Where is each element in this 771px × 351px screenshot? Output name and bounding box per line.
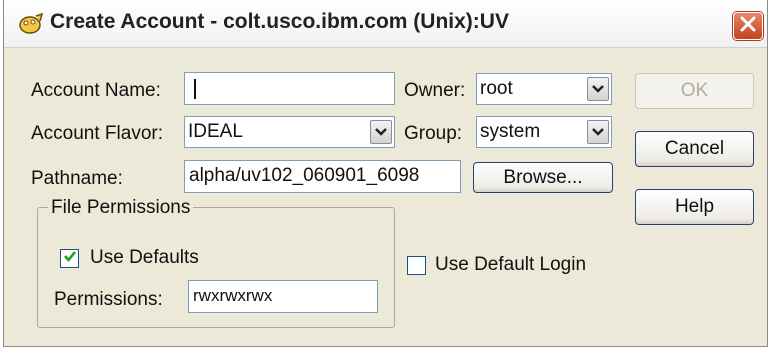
owner-value: root	[480, 78, 513, 99]
group-value: system	[480, 121, 541, 142]
permissions-value: rwxrwxrwx	[193, 286, 273, 305]
permissions-label: Permissions:	[54, 289, 163, 310]
owner-label: Owner:	[404, 80, 466, 101]
ok-button[interactable]: OK	[635, 73, 754, 109]
pathname-value: alpha/uv102_060901_6098	[189, 165, 420, 186]
owner-select[interactable]: root	[476, 73, 612, 105]
use-default-login-checkbox[interactable]	[407, 256, 426, 275]
pathname-input[interactable]: alpha/uv102_060901_6098	[184, 160, 461, 193]
use-default-login-label[interactable]: Use Default Login	[435, 254, 586, 276]
permissions-input[interactable]: rwxrwxrwx	[188, 280, 378, 313]
use-defaults-label[interactable]: Use Defaults	[90, 247, 199, 269]
chevron-down-icon[interactable]	[370, 120, 392, 144]
help-button[interactable]: Help	[635, 189, 754, 225]
text-cursor	[194, 79, 196, 99]
use-defaults-checkbox[interactable]	[60, 249, 79, 268]
account-name-label: Account Name:	[31, 80, 161, 101]
app-icon	[18, 12, 44, 36]
group-select[interactable]: system	[476, 116, 612, 148]
account-flavor-select[interactable]: IDEAL	[184, 116, 395, 148]
group-label: Group:	[404, 123, 463, 144]
browse-button[interactable]: Browse...	[473, 162, 613, 193]
cancel-button[interactable]: Cancel	[635, 131, 754, 167]
account-flavor-value: IDEAL	[188, 121, 243, 142]
close-icon	[740, 16, 756, 37]
window-title: Create Account - colt.usco.ibm.com (Unix…	[50, 10, 509, 33]
chevron-down-icon[interactable]	[587, 120, 609, 144]
file-permissions-title: File Permissions	[48, 197, 194, 219]
close-button[interactable]	[733, 12, 763, 40]
pathname-label: Pathname:	[31, 168, 123, 189]
create-account-dialog: Create Account - colt.usco.ibm.com (Unix…	[3, 0, 768, 347]
account-flavor-label: Account Flavor:	[31, 123, 163, 144]
title-bar[interactable]: Create Account - colt.usco.ibm.com (Unix…	[4, 0, 767, 48]
chevron-down-icon[interactable]	[587, 77, 609, 101]
account-name-input[interactable]	[184, 72, 395, 105]
checkmark-icon	[63, 249, 77, 268]
